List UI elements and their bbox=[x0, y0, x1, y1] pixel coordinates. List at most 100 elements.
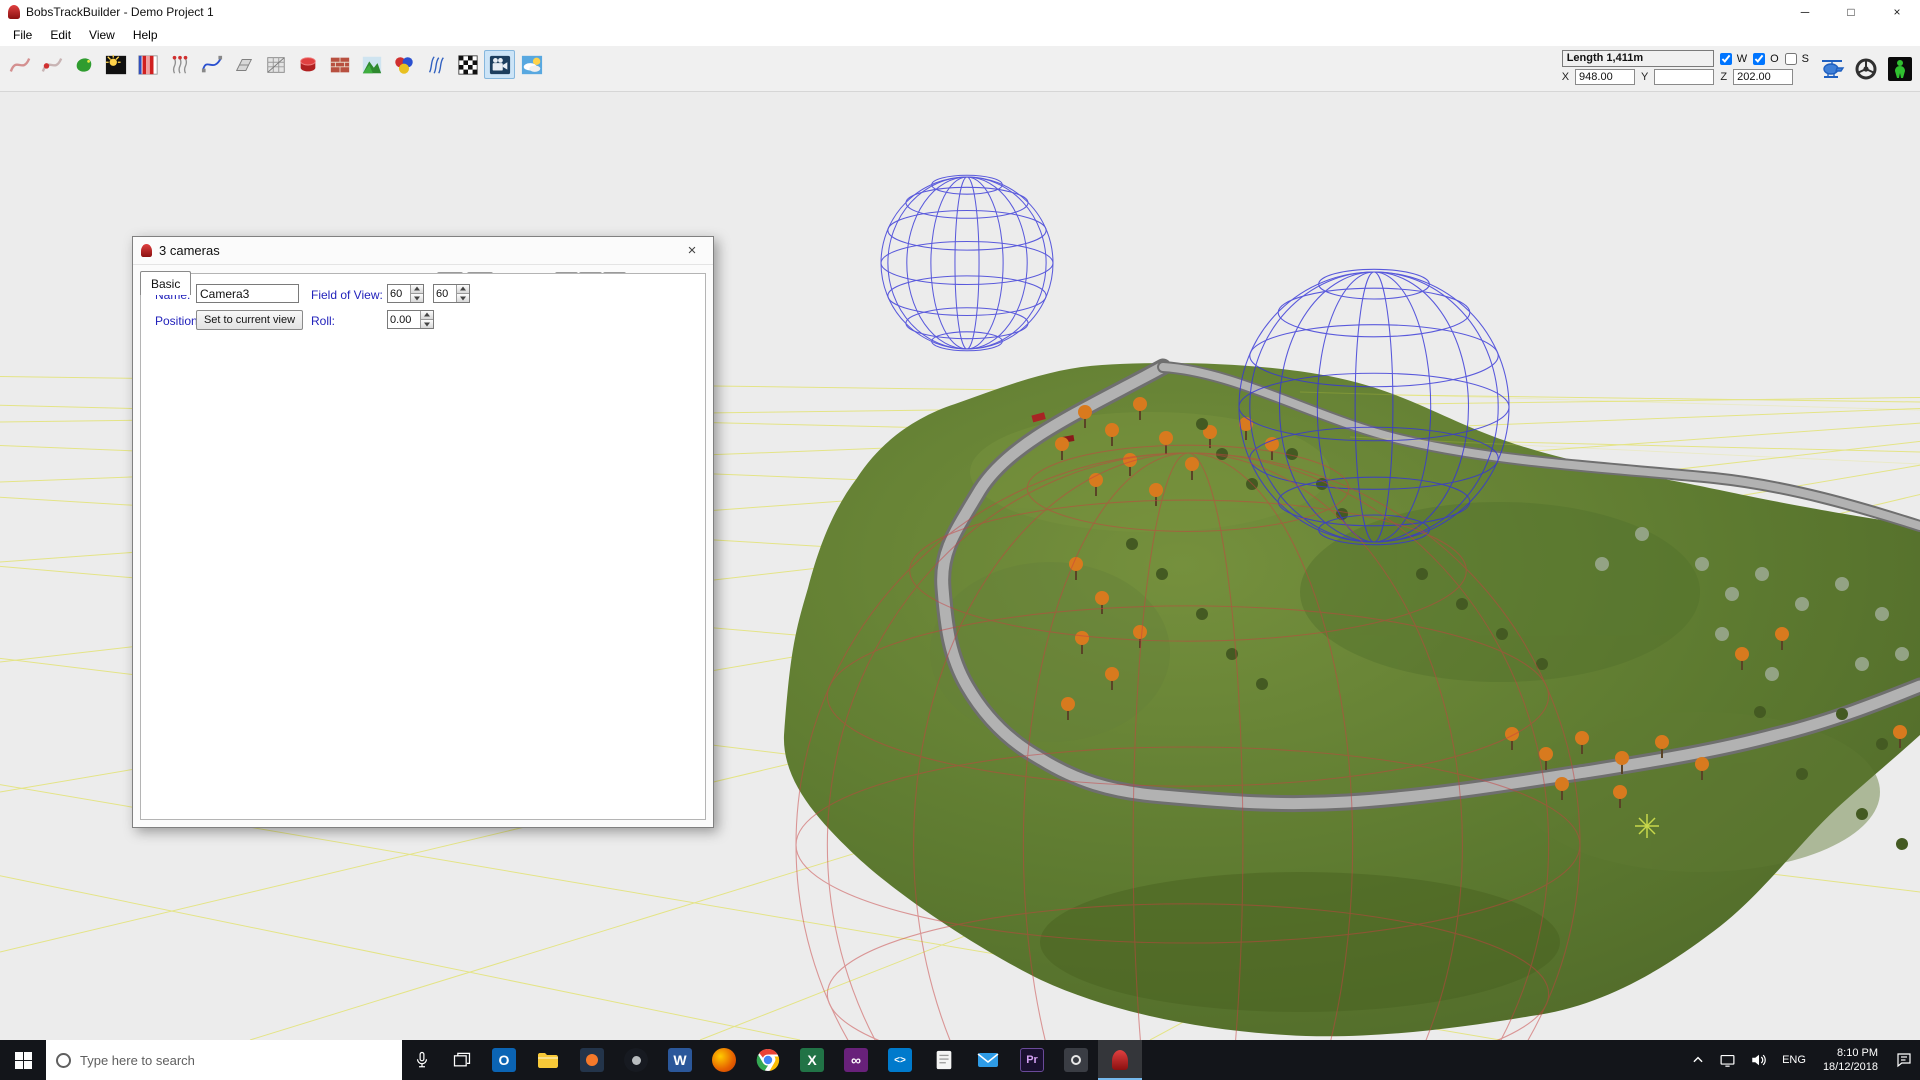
objects-icon[interactable] bbox=[388, 50, 419, 79]
taskbar-app-premiere[interactable]: Pr bbox=[1010, 1040, 1054, 1080]
tab-basic[interactable]: Basic bbox=[140, 271, 191, 295]
taskbar-app-chrome[interactable] bbox=[746, 1040, 790, 1080]
flag-s[interactable]: S bbox=[1785, 53, 1809, 65]
taskbar-app-steam[interactable] bbox=[614, 1040, 658, 1080]
taskbar-app-notes[interactable] bbox=[922, 1040, 966, 1080]
start-button[interactable] bbox=[0, 1040, 46, 1080]
materials-icon[interactable] bbox=[132, 50, 163, 79]
taskbar-app-game[interactable] bbox=[1054, 1040, 1098, 1080]
taskbar-clock[interactable]: 8:10 PM 18/12/2018 bbox=[1813, 1040, 1888, 1080]
task-view-icon[interactable] bbox=[442, 1040, 482, 1080]
cameras-dialog: 3 cameras × Basic Movement Activation Ad… bbox=[132, 236, 714, 828]
volume-icon[interactable] bbox=[1743, 1040, 1775, 1080]
set-to-current-view-button[interactable]: Set to current view bbox=[196, 310, 303, 330]
xpacker-icon[interactable] bbox=[1885, 54, 1915, 84]
roll-spinner bbox=[387, 310, 434, 329]
window-title: BobsTrackBuilder - Demo Project 1 bbox=[26, 5, 1782, 19]
menu-help[interactable]: Help bbox=[124, 25, 167, 45]
tray-date: 18/12/2018 bbox=[1823, 1060, 1878, 1074]
coord-x-input[interactable] bbox=[1575, 69, 1635, 85]
taskbar-app-firefox[interactable] bbox=[702, 1040, 746, 1080]
taskbar: O W X ∞ <> Pr ENG 8:10 PM 18/12/2018 bbox=[0, 1040, 1920, 1080]
checkered-flag-icon[interactable] bbox=[452, 50, 483, 79]
viewport[interactable]: 3 cameras × Basic Movement Activation Ad… bbox=[0, 92, 1920, 1040]
taskbar-app-vs-code[interactable]: <> bbox=[878, 1040, 922, 1080]
hidden-icons-chevron[interactable] bbox=[1684, 1040, 1712, 1080]
search-input[interactable] bbox=[80, 1053, 392, 1068]
flag-s-checkbox[interactable] bbox=[1785, 53, 1797, 65]
dialog-icon bbox=[141, 244, 152, 257]
language-indicator[interactable]: ENG bbox=[1775, 1040, 1813, 1080]
drive-mode-icon[interactable] bbox=[1851, 54, 1881, 84]
coord-x-label: X bbox=[1562, 71, 1569, 83]
terrain-region-icon[interactable] bbox=[68, 50, 99, 79]
spline-icon[interactable] bbox=[196, 50, 227, 79]
display-tray-icon[interactable] bbox=[1712, 1040, 1743, 1080]
roll-up-icon[interactable] bbox=[420, 311, 433, 319]
object-red-icon[interactable] bbox=[292, 50, 323, 79]
taskbar-app-mail[interactable] bbox=[966, 1040, 1010, 1080]
taskbar-app-excel[interactable]: X bbox=[790, 1040, 834, 1080]
cross-section-icon[interactable] bbox=[228, 50, 259, 79]
weather-icon[interactable] bbox=[516, 50, 547, 79]
track-spline-icon[interactable] bbox=[4, 50, 35, 79]
coord-z-input[interactable] bbox=[1733, 69, 1793, 85]
search-icon bbox=[56, 1053, 71, 1068]
desktop: BobsTrackBuilder - Demo Project 1 ─ □ × … bbox=[0, 0, 1920, 1080]
close-button[interactable]: × bbox=[1874, 0, 1920, 24]
track-length-field: Length 1,411m bbox=[1562, 50, 1714, 67]
window-titlebar[interactable]: BobsTrackBuilder - Demo Project 1 ─ □ × bbox=[0, 0, 1920, 24]
menu-edit[interactable]: Edit bbox=[41, 25, 80, 45]
taskbar-search[interactable] bbox=[46, 1040, 402, 1080]
fov-input-1[interactable] bbox=[388, 285, 410, 302]
flag-o[interactable]: O bbox=[1753, 53, 1779, 65]
tab-page-basic: Name: Field of View: Position: Set to cu… bbox=[140, 273, 706, 820]
btb-icon bbox=[1112, 1050, 1128, 1070]
taskbar-app-outlook[interactable]: O bbox=[482, 1040, 526, 1080]
dialog-titlebar[interactable]: 3 cameras × bbox=[133, 237, 713, 265]
fov-spinner-1 bbox=[387, 284, 424, 303]
menu-file[interactable]: File bbox=[4, 25, 41, 45]
cameras-icon[interactable] bbox=[484, 50, 515, 79]
fov-spinner-2 bbox=[433, 284, 470, 303]
roll-input[interactable] bbox=[388, 311, 420, 328]
fov2-up-icon[interactable] bbox=[456, 285, 469, 293]
dialog-title: 3 cameras bbox=[159, 243, 675, 258]
terrain-mountains-icon[interactable] bbox=[356, 50, 387, 79]
flag-w-checkbox[interactable] bbox=[1720, 53, 1732, 65]
taskbar-app-word[interactable]: W bbox=[658, 1040, 702, 1080]
taskbar-app-blender[interactable] bbox=[570, 1040, 614, 1080]
menu-bar: File Edit View Help bbox=[0, 24, 1920, 46]
menu-view[interactable]: View bbox=[80, 25, 124, 45]
walls-icon[interactable] bbox=[324, 50, 355, 79]
action-center-icon[interactable] bbox=[1888, 1040, 1920, 1080]
maximize-button[interactable]: □ bbox=[1828, 0, 1874, 24]
helicopter-view-icon[interactable] bbox=[1817, 54, 1847, 84]
dialog-close-button[interactable]: × bbox=[675, 239, 709, 263]
minimize-button[interactable]: ─ bbox=[1782, 0, 1828, 24]
wires-icon[interactable] bbox=[420, 50, 451, 79]
fov-label: Field of View: bbox=[311, 288, 383, 302]
coord-y-input[interactable] bbox=[1654, 69, 1714, 85]
fov-input-2[interactable] bbox=[434, 285, 456, 302]
lighting-icon[interactable] bbox=[100, 50, 131, 79]
string-objects-icon[interactable] bbox=[164, 50, 195, 79]
roll-label: Roll: bbox=[311, 314, 335, 328]
fov2-down-icon[interactable] bbox=[456, 293, 469, 302]
taskbar-app-bobs-track-builder[interactable] bbox=[1098, 1040, 1142, 1080]
flag-o-checkbox[interactable] bbox=[1753, 53, 1765, 65]
track-info-cluster: Length 1,411m W O S X Y Z bbox=[1562, 48, 1809, 85]
taskbar-app-visual-studio[interactable]: ∞ bbox=[834, 1040, 878, 1080]
fov1-down-icon[interactable] bbox=[410, 293, 423, 302]
taskbar-app-file-explorer[interactable] bbox=[526, 1040, 570, 1080]
microphone-icon[interactable] bbox=[402, 1040, 442, 1080]
roll-down-icon[interactable] bbox=[420, 319, 433, 328]
windows-logo-icon bbox=[15, 1052, 32, 1069]
grid-icon[interactable] bbox=[260, 50, 291, 79]
coord-y-label: Y bbox=[1641, 71, 1648, 83]
camera-name-input[interactable] bbox=[196, 284, 299, 303]
main-toolbar: Length 1,411m W O S X Y Z bbox=[0, 46, 1920, 92]
track-edit-icon[interactable] bbox=[36, 50, 67, 79]
fov1-up-icon[interactable] bbox=[410, 285, 423, 293]
flag-w[interactable]: W bbox=[1720, 53, 1747, 65]
